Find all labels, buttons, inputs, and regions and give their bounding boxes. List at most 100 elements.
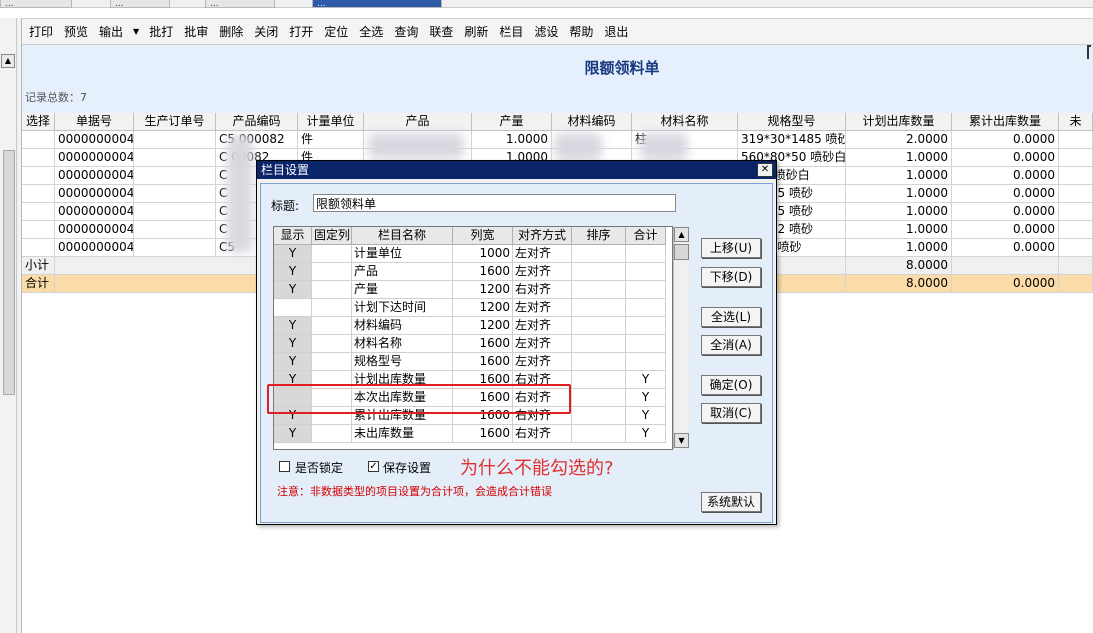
col-header[interactable]: 累计出库数量 [952,113,1059,131]
cell-show[interactable]: Y [274,245,312,263]
open-button[interactable]: 打开 [284,21,318,43]
close-button[interactable]: 关闭 [249,21,283,43]
tab-active-limit-requisition[interactable]: ... [312,0,442,8]
locate-button[interactable]: 定位 [319,21,353,43]
batch-approve-button[interactable]: 批审 [179,21,213,43]
cell-sum[interactable] [626,281,666,299]
cell-sum[interactable] [626,245,666,263]
cell-sum[interactable]: Y [626,371,666,389]
close-icon[interactable]: ✕ [757,163,773,177]
cell-sum[interactable] [626,353,666,371]
tab-1[interactable]: ... [110,0,170,8]
table-cell: 0000000004 [55,185,134,203]
cell-sum[interactable] [626,335,666,353]
exit-button[interactable]: 退出 [599,21,633,43]
column-setting-row[interactable]: Y 材料名称 1600 左对齐 [274,335,674,353]
filter-settings-button[interactable]: 滤设 [529,21,563,43]
cell-align: 左对齐 [513,299,572,317]
tab-2[interactable]: ... [205,0,275,8]
scroll-down-icon[interactable]: ▼ [674,433,689,448]
title-label: 标题: [271,199,300,213]
query-button[interactable]: 查询 [389,21,423,43]
cell-sum[interactable]: Y [626,425,666,443]
refresh-button[interactable]: 刷新 [459,21,493,43]
cell-blank[interactable] [312,245,352,263]
cell-show[interactable]: Y [274,263,312,281]
col-header[interactable]: 未 [1059,113,1093,131]
cell-show[interactable]: Y [274,317,312,335]
col-header[interactable]: 材料名称 [632,113,738,131]
cell-show[interactable] [274,299,312,317]
cell-sum[interactable]: Y [626,389,666,407]
table-cell: 1.0000 [846,185,952,203]
system-default-button[interactable]: 系统默认 [701,492,761,512]
columns-scrollbar[interactable]: ▲ ▼ [673,227,689,449]
export-button[interactable]: 输出 [94,21,128,43]
table-cell: 0000000004 [55,203,134,221]
linked-query-button[interactable]: 联查 [424,21,458,43]
cell-show[interactable]: Y [274,335,312,353]
batch-print-button[interactable]: 批打 [144,21,178,43]
print-button[interactable]: 打印 [24,21,58,43]
column-setting-row[interactable]: Y 产量 1200 右对齐 [274,281,674,299]
move-up-button[interactable]: 上移(U) [701,238,761,258]
rail-scroll-thumb[interactable] [3,150,15,395]
save-settings-checkbox[interactable]: ✓ [368,461,379,472]
ok-button[interactable]: 确定(O) [701,375,761,395]
delete-button[interactable]: 删除 [214,21,248,43]
select-all-button[interactable]: 全选 [354,21,388,43]
preview-button[interactable]: 预览 [59,21,93,43]
lock-checkbox[interactable] [279,461,290,472]
column-setting-row[interactable]: Y 计量单位 1000 左对齐 [274,245,674,263]
column-setting-row[interactable]: Y 产品 1600 左对齐 [274,263,674,281]
cell-show[interactable]: Y [274,281,312,299]
table-cell: 1.0000 [472,131,552,149]
col-header[interactable]: 单据号 [55,113,134,131]
select-all-columns-button[interactable]: 全选(L) [701,307,761,327]
cell-show[interactable]: Y [274,425,312,443]
subtotal-remaining [1059,257,1093,275]
cell-sum[interactable]: Y [626,407,666,425]
move-down-button[interactable]: 下移(D) [701,267,761,287]
cell-blank [572,389,626,407]
scroll-up-icon[interactable]: ▲ [1,54,15,68]
table-cell: 0.0000 [952,149,1059,167]
col-header[interactable]: 产品编码 [216,113,298,131]
cell-sum[interactable] [626,299,666,317]
cell-show[interactable]: Y [274,353,312,371]
cancel-button[interactable]: 取消(C) [701,403,761,423]
col-header[interactable]: 产量 [472,113,552,131]
help-button[interactable]: 帮助 [564,21,598,43]
cell-blank[interactable] [312,425,352,443]
col-header[interactable]: 选择 [22,113,55,131]
col-header[interactable]: 计量单位 [298,113,364,131]
column-setting-row[interactable]: Y 未出库数量 1600 右对齐 Y [274,425,674,443]
export-dropdown-icon[interactable]: ▼ [129,21,143,43]
col-header[interactable]: 材料编码 [552,113,632,131]
scroll-thumb[interactable] [674,244,689,260]
column-setting-row[interactable]: 计划下达时间 1200 左对齐 [274,299,674,317]
cell-blank[interactable] [312,263,352,281]
cell-blank[interactable] [312,335,352,353]
col-header[interactable]: 规格型号 [738,113,846,131]
columns-button[interactable]: 栏目 [494,21,528,43]
cell-sum[interactable] [626,263,666,281]
title-input[interactable] [313,194,676,212]
col-header[interactable]: 产品 [364,113,472,131]
cell-blank[interactable] [312,281,352,299]
table-cell [1059,221,1093,239]
cell-blank[interactable] [312,317,352,335]
cell-blank [572,407,626,425]
column-setting-row[interactable]: Y 规格型号 1600 左对齐 [274,353,674,371]
col-header-width: 列宽 [453,227,513,245]
cell-width: 1000 [453,245,513,263]
cell-blank[interactable] [312,299,352,317]
clear-all-columns-button[interactable]: 全消(A) [701,335,761,355]
col-header[interactable]: 生产订单号 [134,113,216,131]
col-header[interactable]: 计划出库数量 [846,113,952,131]
scroll-up-icon[interactable]: ▲ [674,227,689,242]
column-setting-row[interactable]: Y 材料编码 1200 左对齐 [274,317,674,335]
cell-blank[interactable] [312,353,352,371]
tab-0[interactable]: ... [0,0,72,8]
cell-sum[interactable] [626,317,666,335]
